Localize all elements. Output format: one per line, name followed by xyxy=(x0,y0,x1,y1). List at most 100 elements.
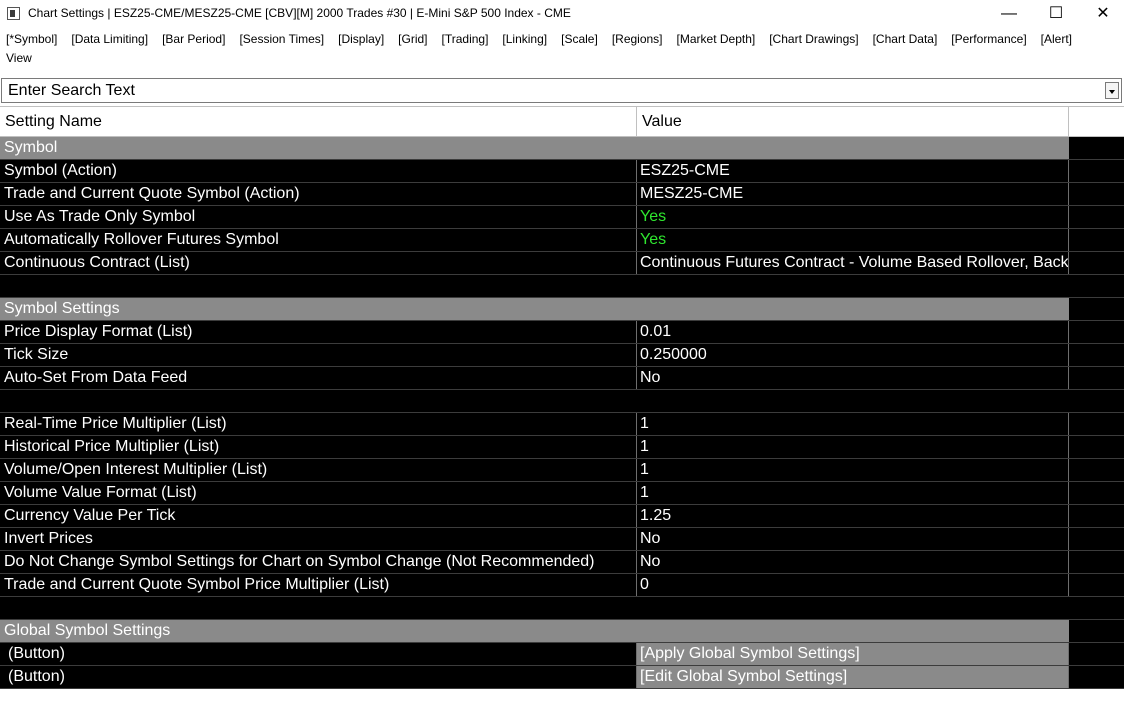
setting-row[interactable]: Do Not Change Symbol Settings for Chart … xyxy=(0,551,1124,574)
tab-trading[interactable]: [Trading] xyxy=(442,32,489,46)
setting-row[interactable]: Currency Value Per Tick 1.25 xyxy=(0,505,1124,528)
close-button[interactable]: ✕ xyxy=(1080,0,1124,28)
tab-linking[interactable]: [Linking] xyxy=(502,32,547,46)
setting-value xyxy=(637,390,1069,412)
filler-cell xyxy=(1069,643,1124,665)
setting-value[interactable]: 1 xyxy=(637,482,1069,504)
tab-view[interactable]: View xyxy=(6,51,32,65)
setting-value[interactable]: Continuous Futures Contract - Volume Bas… xyxy=(637,252,1069,274)
setting-value xyxy=(637,137,1069,159)
tab-session-times[interactable]: [Session Times] xyxy=(239,32,324,46)
setting-name: (Button) xyxy=(0,643,637,665)
dropdown-arrow-icon[interactable] xyxy=(1105,82,1119,99)
setting-name: Historical Price Multiplier (List) xyxy=(0,436,637,458)
maximize-button[interactable]: ☐ xyxy=(1033,0,1079,28)
setting-row[interactable]: Tick Size 0.250000 xyxy=(0,344,1124,367)
tab-display[interactable]: [Display] xyxy=(338,32,384,46)
filler-cell xyxy=(1069,459,1124,481)
setting-row[interactable]: Trade and Current Quote Symbol (Action) M… xyxy=(0,183,1124,206)
setting-value[interactable]: No xyxy=(637,367,1069,389)
settings-tab-bar: [*Symbol] [Data Limiting] [Bar Period] [Ses… xyxy=(0,28,1124,66)
setting-value xyxy=(637,298,1069,320)
setting-value[interactable]: ESZ25-CME xyxy=(637,160,1069,182)
setting-value xyxy=(637,275,1069,297)
action-button[interactable]: [Apply Global Symbol Settings] xyxy=(637,643,1069,665)
setting-row[interactable]: Use As Trade Only Symbol Yes xyxy=(0,206,1124,229)
setting-name: Volume/Open Interest Multiplier (List) xyxy=(0,459,637,481)
filler-cell xyxy=(1069,275,1124,297)
filler-cell xyxy=(1069,160,1124,182)
section-header-row: Symbol Settings xyxy=(0,298,1124,321)
filler-cell xyxy=(1069,413,1124,435)
setting-value[interactable]: Yes xyxy=(637,229,1069,251)
table-header: Setting Name Value xyxy=(0,106,1124,137)
filler-cell xyxy=(1069,183,1124,205)
tab-alert[interactable]: [Alert] xyxy=(1041,32,1072,46)
setting-row[interactable]: Historical Price Multiplier (List) 1 xyxy=(0,436,1124,459)
filler-cell xyxy=(1069,344,1124,366)
tab-bar-period[interactable]: [Bar Period] xyxy=(162,32,225,46)
section-title: Global Symbol Settings xyxy=(0,620,637,642)
setting-value[interactable]: Yes xyxy=(637,206,1069,228)
tab-chart-drawings[interactable]: [Chart Drawings] xyxy=(769,32,858,46)
tab-symbol[interactable]: [*Symbol] xyxy=(6,32,57,46)
setting-row[interactable]: Real-Time Price Multiplier (List) 1 xyxy=(0,413,1124,436)
setting-name xyxy=(0,597,637,619)
tab-regions[interactable]: [Regions] xyxy=(612,32,663,46)
setting-name: Symbol (Action) xyxy=(0,160,637,182)
filler-cell xyxy=(1069,367,1124,389)
setting-value[interactable]: 1 xyxy=(637,413,1069,435)
setting-row[interactable]: Invert Prices No xyxy=(0,528,1124,551)
setting-row[interactable]: (Button) [Apply Global Symbol Settings] xyxy=(0,643,1124,666)
setting-value[interactable]: 0.250000 xyxy=(637,344,1069,366)
setting-row[interactable]: Price Display Format (List) 0.01 xyxy=(0,321,1124,344)
setting-value[interactable]: No xyxy=(637,551,1069,573)
tab-scale[interactable]: [Scale] xyxy=(561,32,598,46)
minimize-button[interactable]: — xyxy=(986,0,1032,28)
setting-name xyxy=(0,275,637,297)
setting-name: Currency Value Per Tick xyxy=(0,505,637,527)
filler-cell xyxy=(1069,229,1124,251)
setting-row[interactable]: Volume Value Format (List) 1 xyxy=(0,482,1124,505)
spacer-row xyxy=(0,597,1124,620)
setting-row[interactable]: Continuous Contract (List) Continuous Fut… xyxy=(0,252,1124,275)
setting-name: Do Not Change Symbol Settings for Chart … xyxy=(0,551,637,573)
setting-value[interactable]: 1 xyxy=(637,436,1069,458)
tab-market-depth[interactable]: [Market Depth] xyxy=(677,32,756,46)
filler-cell xyxy=(1069,390,1124,412)
setting-row[interactable]: Auto-Set From Data Feed No xyxy=(0,367,1124,390)
column-header-setting-name[interactable]: Setting Name xyxy=(0,107,637,136)
tab-grid[interactable]: [Grid] xyxy=(398,32,427,46)
filler-cell xyxy=(1069,597,1124,619)
filler-cell xyxy=(1069,551,1124,573)
setting-value[interactable]: No xyxy=(637,528,1069,550)
setting-row[interactable]: (Button) [Edit Global Symbol Settings] xyxy=(0,666,1124,689)
column-header-value[interactable]: Value xyxy=(637,107,1069,136)
setting-row[interactable]: Volume/Open Interest Multiplier (List) 1 xyxy=(0,459,1124,482)
setting-name: (Button) xyxy=(0,666,637,688)
filler-cell xyxy=(1069,574,1124,596)
setting-value[interactable]: 1.25 xyxy=(637,505,1069,527)
setting-name: Automatically Rollover Futures Symbol xyxy=(0,229,637,251)
setting-value[interactable]: 0 xyxy=(637,574,1069,596)
tab-performance[interactable]: [Performance] xyxy=(951,32,1026,46)
setting-value[interactable]: 1 xyxy=(637,459,1069,481)
tab-data-limiting[interactable]: [Data Limiting] xyxy=(71,32,148,46)
setting-value[interactable]: MESZ25-CME xyxy=(637,183,1069,205)
setting-row[interactable]: Symbol (Action) ESZ25-CME xyxy=(0,160,1124,183)
setting-value[interactable]: 0.01 xyxy=(637,321,1069,343)
setting-name: Continuous Contract (List) xyxy=(0,252,637,274)
setting-name: Volume Value Format (List) xyxy=(0,482,637,504)
setting-row[interactable]: Trade and Current Quote Symbol Price Mul… xyxy=(0,574,1124,597)
filler-cell xyxy=(1069,482,1124,504)
tab-chart-data[interactable]: [Chart Data] xyxy=(873,32,938,46)
setting-row[interactable]: Automatically Rollover Futures Symbol Yes xyxy=(0,229,1124,252)
setting-name: Auto-Set From Data Feed xyxy=(0,367,637,389)
filler-cell xyxy=(1069,505,1124,527)
settings-grid: Symbol Symbol (Action) ESZ25-CME Trade and … xyxy=(0,137,1124,689)
search-combobox[interactable]: Enter Search Text xyxy=(1,78,1122,103)
setting-value xyxy=(637,597,1069,619)
section-title: Symbol Settings xyxy=(0,298,637,320)
action-button[interactable]: [Edit Global Symbol Settings] xyxy=(637,666,1069,688)
search-input[interactable]: Enter Search Text xyxy=(8,82,135,100)
